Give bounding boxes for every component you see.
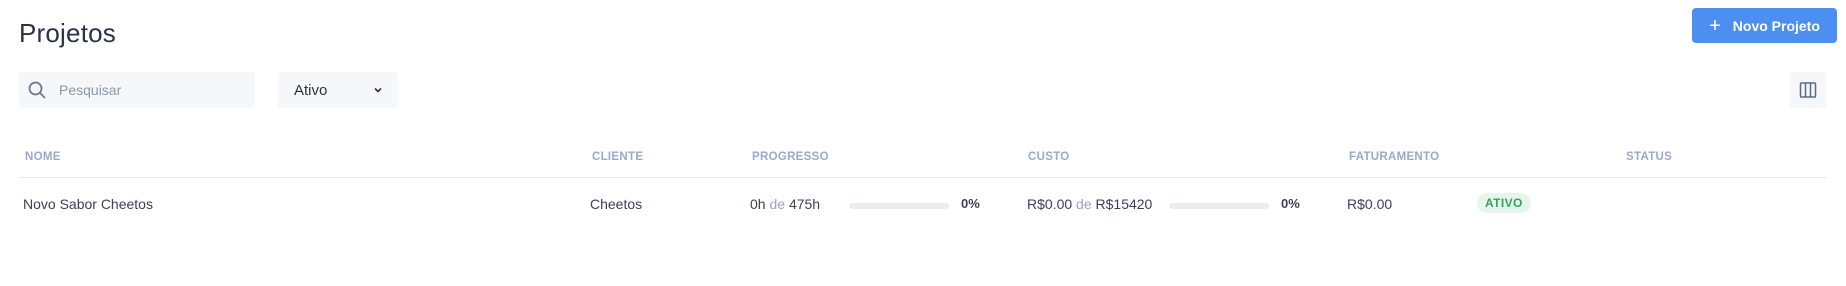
chevron-down-icon (374, 87, 382, 93)
project-billing: R$0.00 (1347, 196, 1393, 212)
column-header-client[interactable]: CLIENTE (592, 151, 643, 163)
new-project-button[interactable]: + Novo Projeto (1692, 8, 1837, 43)
cost-bar (1169, 203, 1269, 209)
progress-percent: 0% (961, 196, 980, 211)
search-box[interactable] (19, 72, 255, 108)
table-header-divider (19, 177, 1827, 178)
columns-icon (1799, 82, 1817, 98)
new-project-label: Novo Projeto (1732, 17, 1820, 34)
progress-joiner: de (769, 196, 786, 212)
cost-amount: R$0.00 de R$15420 (1027, 196, 1152, 212)
project-client: Cheetos (590, 196, 643, 212)
cost-joiner: de (1076, 196, 1092, 212)
progress-total: 475h (788, 196, 821, 212)
cost-percent: 0% (1281, 196, 1300, 211)
page-title: Projetos (19, 18, 116, 48)
column-header-progress[interactable]: PROGRESSO (752, 151, 829, 163)
status-filter-value: Ativo (294, 81, 328, 99)
progress-done: 0h (750, 196, 766, 212)
column-header-name[interactable]: NOME (25, 151, 61, 163)
status-filter-select[interactable]: Ativo (278, 72, 398, 108)
progress-bar (849, 203, 949, 209)
status-badge: ATIVO (1477, 193, 1531, 213)
cost-done: R$0.00 (1027, 196, 1073, 212)
search-input[interactable] (59, 82, 239, 98)
plus-icon: + (1709, 14, 1721, 37)
columns-toggle-button[interactable] (1790, 72, 1826, 108)
column-header-billing[interactable]: FATURAMENTO (1349, 151, 1439, 163)
column-header-status[interactable]: STATUS (1626, 151, 1672, 163)
project-name[interactable]: Novo Sabor Cheetos (23, 196, 153, 212)
progress-hours: 0h de 475h (750, 196, 820, 212)
cost-total: R$15420 (1095, 196, 1153, 212)
search-icon (28, 81, 46, 99)
column-header-cost[interactable]: CUSTO (1028, 151, 1070, 163)
